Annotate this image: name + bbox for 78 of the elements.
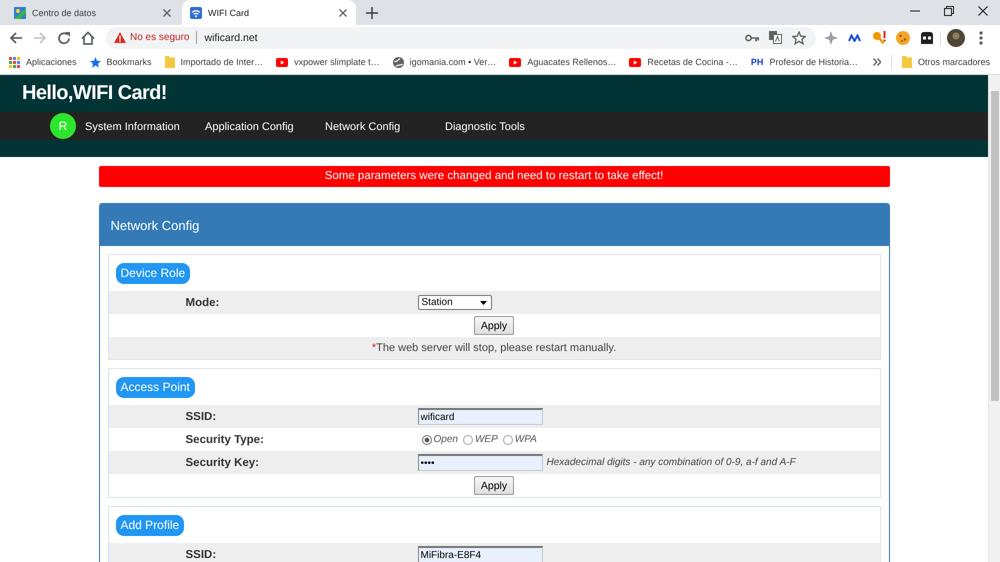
- note-text: *The web server will stop, please restart manually.: [372, 342, 616, 354]
- field-label: Security Type:: [184, 434, 265, 446]
- text-field[interactable]: wificard: [418, 408, 542, 425]
- restore-icon[interactable]: [944, 6, 954, 16]
- plus-icon[interactable]: [366, 6, 378, 18]
- browser-tab[interactable]: WIFI Card: [182, 0, 356, 25]
- globe-icon: [392, 56, 404, 68]
- apply-button[interactable]: Apply: [474, 476, 514, 495]
- key-icon[interactable]: [745, 34, 759, 42]
- caret-icon: [480, 300, 486, 304]
- bookmark-link[interactable]: Bookmarks: [90, 56, 152, 68]
- home-icon[interactable]: [80, 30, 96, 46]
- radio-icon[interactable]: [462, 434, 473, 444]
- text-field[interactable]: MiFibra-E8F4: [418, 546, 542, 562]
- apply-button[interactable]: Apply: [474, 316, 514, 335]
- hint-text: Hexadecimal digits - any combination of 0-9, a-f and A-F: [546, 457, 796, 468]
- section-heading: Add Profile: [116, 515, 184, 536]
- magnifier-alert-icon[interactable]: [872, 30, 886, 44]
- field-label: SSID:: [184, 548, 218, 560]
- panel-header: Network Config: [100, 204, 888, 246]
- warning-icon: [114, 32, 126, 43]
- close-icon[interactable]: [339, 8, 347, 16]
- nav-link[interactable]: Network Config: [325, 121, 400, 133]
- scrollbar[interactable]: [988, 75, 1000, 562]
- tile-icon: [14, 6, 26, 18]
- section-heading: Access Point: [116, 377, 195, 398]
- url-text: wificard.net: [204, 32, 258, 44]
- radio-icon[interactable]: [502, 434, 513, 444]
- video-play-icon: [509, 58, 522, 66]
- nav-link[interactable]: System Information: [85, 121, 180, 133]
- double-chevron-icon[interactable]: [872, 58, 881, 66]
- field-label: Mode:: [184, 296, 220, 308]
- folder-icon: [902, 56, 912, 68]
- nav-link[interactable]: Application Config: [205, 121, 294, 133]
- star-icon: [90, 56, 101, 68]
- site-title: Hello,WIFI Card!: [22, 82, 167, 105]
- cookie-icon[interactable]: [896, 30, 910, 44]
- bookmark-link[interactable]: PH Profesor de Historia…: [750, 57, 858, 67]
- bookmark-link[interactable]: Aguacates Rellenos…: [509, 57, 616, 67]
- bookmark-link[interactable]: vxpower slimplate t…: [276, 57, 380, 67]
- wifi-icon: [190, 6, 202, 18]
- radio-label[interactable]: WPA: [514, 434, 537, 445]
- radio-label[interactable]: WEP: [474, 434, 498, 445]
- bookmark-link[interactable]: Recetas de Cocina -…: [629, 57, 738, 67]
- bookmark-link[interactable]: Aplicaciones: [9, 56, 77, 68]
- alert-banner: Some parameters were changed and need to restart to take effect!: [98, 166, 890, 187]
- password-field[interactable]: ••••: [418, 454, 542, 471]
- user-avatar: R: [50, 113, 76, 139]
- nav-link[interactable]: Diagnostic Tools: [445, 121, 525, 133]
- bookmark-link[interactable]: Otros marcadores: [902, 56, 990, 68]
- back-icon[interactable]: [8, 30, 24, 46]
- menu-icon[interactable]: [979, 30, 983, 44]
- bookmark-link[interactable]: igomania.com • Ver…: [392, 56, 496, 68]
- translate-icon[interactable]: [769, 31, 782, 44]
- close-icon[interactable]: [978, 6, 988, 16]
- apps-grid-icon[interactable]: [9, 56, 20, 68]
- security-status[interactable]: No es seguro: [130, 32, 190, 43]
- bookmark-link[interactable]: Importado de Inter…: [164, 56, 264, 68]
- zigzag-icon[interactable]: [848, 34, 862, 42]
- video-play-icon: [629, 58, 642, 66]
- dropdown[interactable]: Station: [418, 295, 492, 310]
- address-bar[interactable]: No es seguro wificard.net: [106, 26, 816, 48]
- radio-icon[interactable]: [422, 434, 432, 444]
- section-heading: Device Role: [116, 263, 190, 284]
- site-monogram: PH: [750, 57, 764, 67]
- radio-label[interactable]: Open: [434, 434, 458, 445]
- star-icon[interactable]: [792, 30, 806, 44]
- reload-icon[interactable]: [56, 30, 72, 46]
- sparkle-icon[interactable]: [824, 30, 838, 44]
- field-label: Security Key:: [184, 456, 260, 468]
- mask-icon[interactable]: [920, 32, 934, 44]
- minimize-icon[interactable]: [910, 10, 920, 12]
- folder-icon: [164, 56, 175, 68]
- avatar-icon[interactable]: [947, 28, 965, 46]
- video-play-icon: [276, 58, 288, 66]
- browser-tab[interactable]: Centro de datos: [6, 0, 180, 25]
- scrollbar-thumb[interactable]: [990, 91, 998, 401]
- field-label: SSID:: [184, 410, 218, 422]
